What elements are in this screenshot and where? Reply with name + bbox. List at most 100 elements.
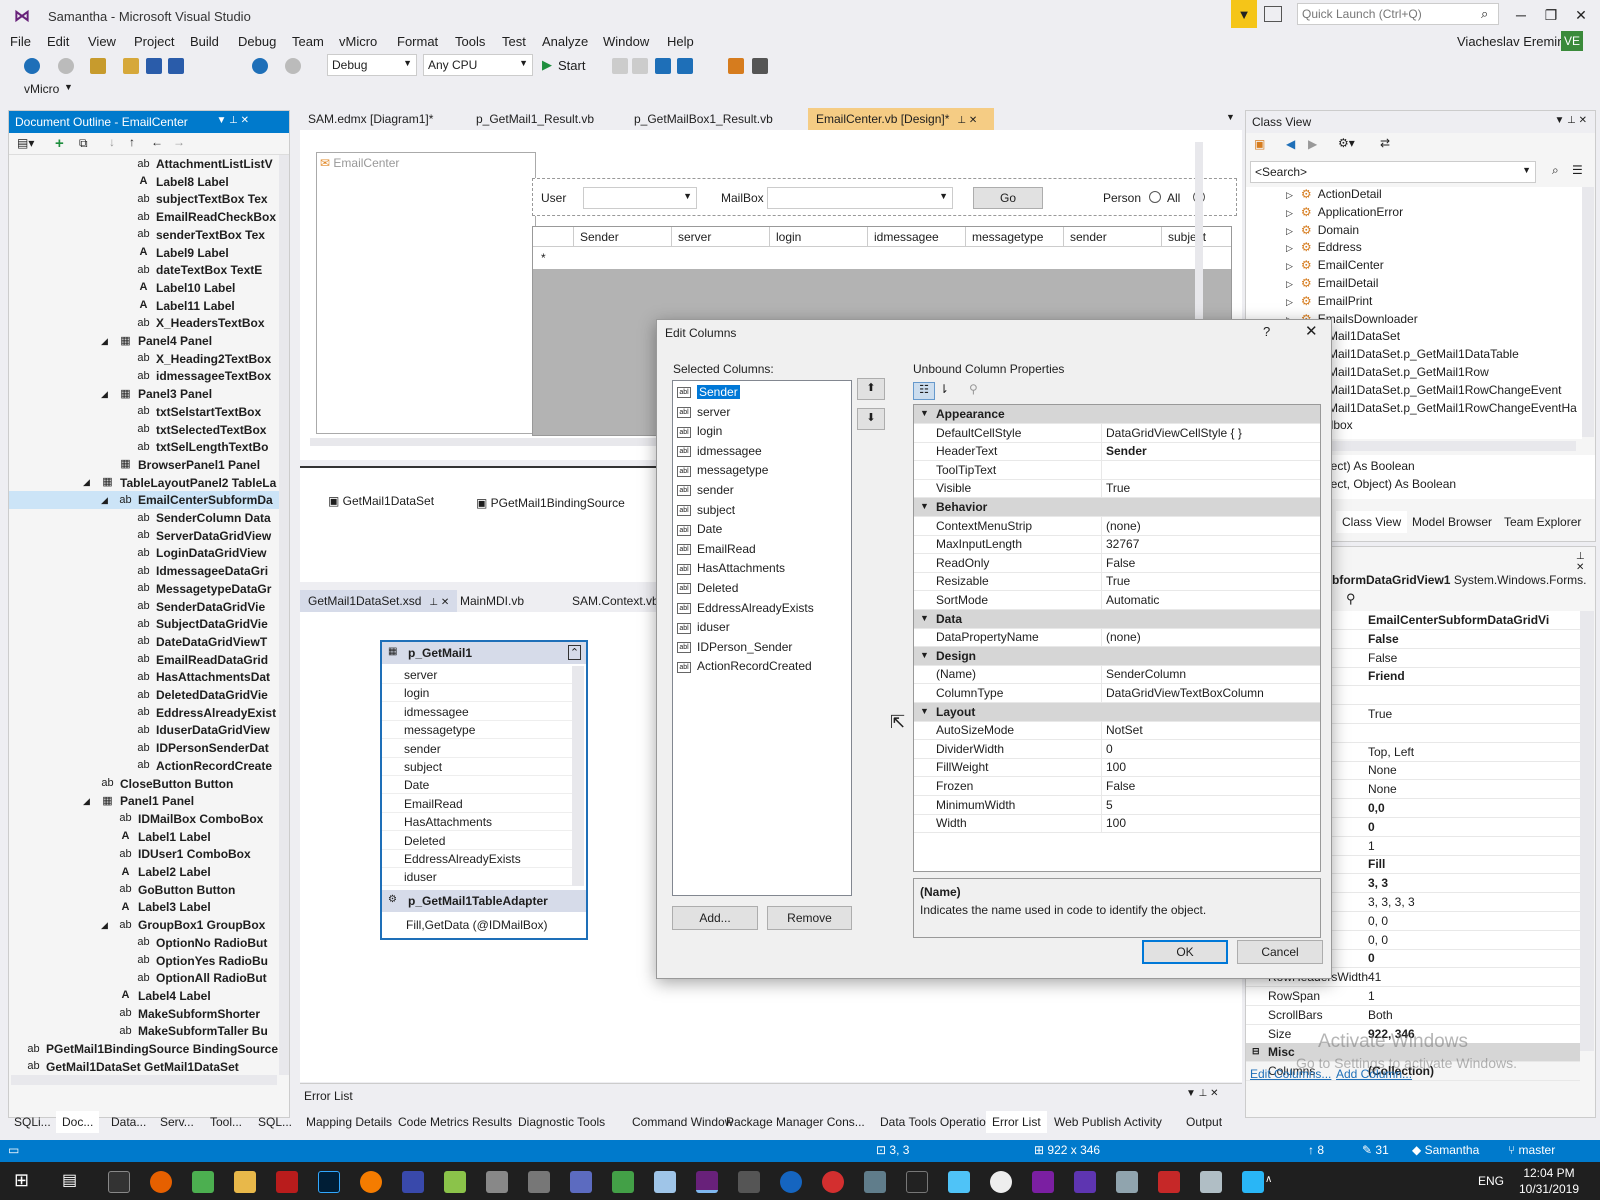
property-row[interactable]: DividerWidth 0 <box>914 739 1320 759</box>
outline-item[interactable]: ab EmailReadDataGrid <box>9 651 279 669</box>
property-category[interactable]: ▼ Appearance <box>914 405 1320 424</box>
tab-sql-server[interactable]: SQL... <box>252 1111 298 1133</box>
outline-item[interactable]: ab ActionRecordCreate <box>9 757 279 775</box>
outline-item[interactable]: ◢ ▦ Panel4 Panel <box>9 332 279 350</box>
tab-class-view[interactable]: Class View <box>1336 511 1408 533</box>
column-list-item[interactable]: abl sender <box>677 483 734 501</box>
settings-icon[interactable]: ⚙▾ <box>1338 136 1355 150</box>
property-pages-icon[interactable]: ⚲ <box>969 382 978 396</box>
property-category[interactable]: ▼ Behavior <box>914 498 1320 517</box>
pdf-app-icon[interactable] <box>1200 1171 1222 1193</box>
menu-format[interactable]: Format <box>397 34 438 49</box>
grid-column-header[interactable]: login <box>769 227 867 247</box>
bottom-tab[interactable]: Web Publish Activity <box>1048 1111 1168 1133</box>
tab-sam-context[interactable]: SAM.Context.vb <box>564 590 667 612</box>
tab-sam-edmx[interactable]: SAM.edmx [Diagram1]* <box>300 108 441 130</box>
bottom-tab[interactable]: Mapping Details <box>300 1111 398 1133</box>
property-value[interactable]: False <box>1106 779 1135 793</box>
property-row[interactable]: SortMode Automatic <box>914 591 1320 610</box>
app-icon[interactable] <box>864 1171 886 1193</box>
outline-item[interactable]: ◢ ▦ Panel1 Panel <box>9 792 279 810</box>
outline-item[interactable]: ab AttachmentListListV <box>9 155 279 173</box>
property-row[interactable]: ContextMenuStrip (none) <box>914 516 1320 536</box>
outline-item[interactable]: ◢ ab EmailCenterSubformDa <box>9 491 279 510</box>
class-view-search[interactable]: <Search> ▼ <box>1250 161 1536 183</box>
outline-item[interactable]: ab OptionYes RadioBu <box>9 952 279 970</box>
table-field[interactable]: messagetype <box>382 721 572 740</box>
outline-item[interactable]: ab GetMail1DataSet GetMail1DataSet <box>9 1058 279 1075</box>
menu-project[interactable]: Project <box>134 34 174 49</box>
move-down-button[interactable]: ⬇ <box>857 408 885 430</box>
firefox-app-icon[interactable] <box>150 1171 172 1193</box>
outline-item[interactable]: ▦ BrowserPanel1 Panel <box>9 456 279 474</box>
expand-toggle-icon[interactable]: ◢ <box>101 920 108 931</box>
collapse-all-icon[interactable]: ⧉ <box>79 136 88 151</box>
outline-item[interactable]: ab SubjectDataGridVie <box>9 615 279 633</box>
task-view-icon[interactable]: ▤ <box>62 1170 77 1190</box>
tab-overflow-icon[interactable]: ▼ <box>1226 112 1235 122</box>
menu-test[interactable]: Test <box>502 34 526 49</box>
new-folder-icon[interactable]: ▣ <box>1254 137 1265 151</box>
outline-item[interactable]: ab subjectTextBox Tex <box>9 190 279 208</box>
tools-app-icon[interactable] <box>528 1171 550 1193</box>
app-icon[interactable] <box>654 1171 676 1193</box>
back-icon[interactable]: ◀ <box>1286 137 1295 151</box>
outline-item[interactable]: A Label10 Label <box>9 279 279 297</box>
outline-item[interactable]: ab txtSelstartTextBox <box>9 403 279 421</box>
property-row[interactable]: ToolTipText <box>914 460 1320 480</box>
expand-toggle-icon[interactable]: ▷ <box>1286 190 1293 200</box>
tab-emailcenter-design[interactable]: EmailCenter.vb [Design]* ⊥ ✕ <box>808 108 994 130</box>
find-icon[interactable] <box>728 58 744 74</box>
pause-icon[interactable] <box>612 58 628 74</box>
table-field[interactable]: iduser <box>382 868 572 887</box>
property-value[interactable]: Automatic <box>1106 593 1159 607</box>
app-icon[interactable] <box>570 1171 592 1193</box>
property-category[interactable]: ▼ Data <box>914 609 1320 629</box>
ok-button[interactable]: OK <box>1142 940 1228 964</box>
dialog-help-button[interactable]: ? <box>1263 324 1270 339</box>
app-icon[interactable] <box>738 1171 760 1193</box>
outline-item[interactable]: ◢ ▦ TableLayoutPanel2 TableLa <box>9 474 279 492</box>
table-field[interactable]: EmailRead <box>382 795 572 813</box>
table-field[interactable]: Date <box>382 776 572 795</box>
expand-toggle-icon[interactable]: ▷ <box>1286 208 1293 218</box>
outline-item[interactable]: ab OptionNo RadioBut <box>9 934 279 952</box>
property-category[interactable]: ▼ Layout <box>914 702 1320 722</box>
find-in-files-icon[interactable] <box>752 58 768 74</box>
file-explorer-app-icon[interactable] <box>234 1171 256 1193</box>
property-value[interactable]: 100 <box>1106 760 1126 774</box>
error-list-controls[interactable]: ▼ ⊥ ✕ <box>1186 1088 1219 1099</box>
option-all-radio[interactable] <box>1149 191 1161 203</box>
app-icon[interactable] <box>486 1171 508 1193</box>
bottom-tab[interactable]: Output <box>1180 1111 1228 1133</box>
user-name[interactable]: Viacheslav Eremin <box>1457 34 1564 49</box>
forward-icon[interactable]: ▶ <box>1308 137 1317 151</box>
status-push-count[interactable]: ↑ 8 <box>1308 1143 1324 1157</box>
property-row[interactable]: DataPropertyName (none) <box>914 628 1320 648</box>
property-row[interactable]: Width 100 <box>914 814 1320 834</box>
app-icon[interactable] <box>402 1171 424 1193</box>
outline-item[interactable]: ab MessagetypeDataGr <box>9 580 279 598</box>
expand-toggle-icon[interactable]: ▷ <box>1286 261 1293 271</box>
outline-item[interactable]: ab PGetMail1BindingSource BindingSource <box>9 1040 279 1058</box>
outline-horizontal-scrollbar[interactable] <box>11 1075 277 1085</box>
tab-toolbox[interactable]: Tool... <box>204 1111 248 1133</box>
grid-column-header[interactable]: messagetype <box>965 227 1063 247</box>
outline-item[interactable]: A Label11 Label <box>9 297 279 315</box>
class-item[interactable]: Mail1DataSet <box>1328 329 1400 347</box>
menu-view[interactable]: View <box>88 34 116 49</box>
category-collapse-icon[interactable]: ▼ <box>920 613 929 623</box>
menu-vmicro[interactable]: vMicro <box>339 34 377 49</box>
tray-overflow-icon[interactable]: ∧ <box>1265 1174 1272 1185</box>
table-field[interactable]: server <box>382 666 572 684</box>
class-item[interactable]: Mail1DataSet.p_GetMail1Row <box>1328 365 1489 383</box>
property-row[interactable]: AutoSizeMode NotSet <box>914 721 1320 741</box>
open-file-icon[interactable] <box>123 58 139 74</box>
user-avatar[interactable]: VE <box>1561 31 1583 51</box>
property-row[interactable]: Resizable True <box>914 572 1320 592</box>
class-item[interactable]: ▷ ⚙ ApplicationError <box>1286 205 1403 223</box>
column-list-item[interactable]: abl ActionRecordCreated <box>677 659 812 677</box>
outline-item[interactable]: ab txtSelectedTextBox <box>9 421 279 439</box>
property-value[interactable]: 5 <box>1106 798 1113 812</box>
properties-controls[interactable]: ⊥ ✕ <box>1576 551 1595 573</box>
